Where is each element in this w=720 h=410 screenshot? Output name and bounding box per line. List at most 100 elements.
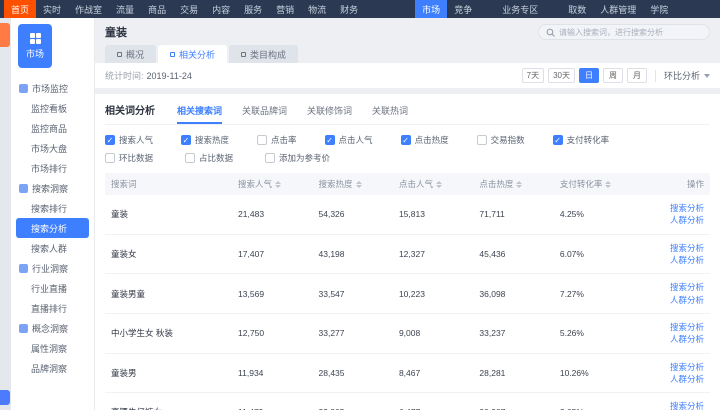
action-link-search-analysis[interactable]: 搜索分析: [640, 321, 704, 333]
metric-checkbox-3[interactable]: ✓点击人气: [325, 134, 373, 146]
nav-item-realtime[interactable]: 实时: [36, 0, 68, 18]
sidebar-item-search-analysis[interactable]: 搜索分析: [16, 218, 89, 238]
column-header-1[interactable]: 搜索人气: [232, 173, 312, 195]
nav-item-academy[interactable]: 学院: [643, 0, 675, 18]
sidebar-item-concept-insight[interactable]: 概念洞察: [16, 318, 89, 338]
sort-icon[interactable]: [436, 181, 442, 188]
edge-rail: [0, 18, 11, 410]
range-button-week[interactable]: 周: [603, 68, 623, 83]
sidebar-item-attribute-insight[interactable]: 属性洞察: [16, 338, 89, 358]
metric-checkbox-1[interactable]: ✓搜索热度: [181, 134, 229, 146]
action-link-search-analysis[interactable]: 搜索分析: [640, 361, 704, 373]
checkbox-label: 搜索人气: [119, 134, 153, 146]
action-link-audience-analysis[interactable]: 人群分析: [640, 294, 704, 306]
range-button-day[interactable]: 日: [579, 68, 599, 83]
nav-item-finance[interactable]: 财务: [333, 0, 365, 18]
nav-item-business-zone[interactable]: 业务专区: [495, 0, 545, 18]
sidebar-item-search-audience[interactable]: 搜索人群: [16, 238, 89, 258]
action-link-search-analysis[interactable]: 搜索分析: [640, 400, 704, 410]
module-badge-market[interactable]: 市场: [18, 24, 52, 68]
nav-item-data-fetch[interactable]: 取数: [561, 0, 593, 18]
sort-up-arrow: [436, 181, 442, 184]
search-term-cell: 中小学生女 秋装: [105, 313, 232, 353]
nav-item-service[interactable]: 服务: [237, 0, 269, 18]
nav-item-product[interactable]: 商品: [141, 0, 173, 18]
table-row: 童装女17,40743,19812,32745,4366.07%搜索分析人群分析: [105, 234, 710, 274]
sort-icon[interactable]: [516, 181, 522, 188]
tab-related-analysis[interactable]: 相关分析: [158, 45, 227, 63]
sub-tab-associated-brand-terms[interactable]: 关联品牌词: [242, 104, 287, 124]
action-link-search-analysis[interactable]: 搜索分析: [640, 202, 704, 214]
metric-checkbox-5[interactable]: ✓交易指数: [477, 134, 525, 146]
checkbox-icon: ✓: [181, 135, 191, 145]
search-term-cell: 童装男童: [105, 274, 232, 314]
sidebar-item-industry-live[interactable]: 行业直播: [16, 278, 89, 298]
checkbox-label: 环比数据: [119, 152, 153, 164]
range-button-30d[interactable]: 30天: [548, 68, 575, 83]
action-link-audience-analysis[interactable]: 人群分析: [640, 214, 704, 226]
compare-dropdown[interactable]: 环比分析: [664, 69, 710, 82]
column-header-6: 操作: [634, 173, 710, 195]
quick-panel-toggle[interactable]: [0, 23, 10, 47]
keyword-search-input[interactable]: 请输入搜索词，进行搜索分析: [538, 24, 710, 40]
metric-checkbox-6[interactable]: ✓支付转化率: [553, 134, 610, 146]
nav-item-home[interactable]: 首页: [4, 0, 36, 18]
sidebar-item-search-insight[interactable]: 搜索洞察: [16, 178, 89, 198]
tab-overview[interactable]: 概况: [105, 45, 156, 63]
sidebar-item-market-overview[interactable]: 市场大盘: [16, 138, 89, 158]
stat-bar: 统计时间:2019-11-24 7天30天日周月 环比分析: [95, 63, 720, 88]
tab-category-composition[interactable]: 类目构成: [229, 45, 298, 63]
metric-checkbox-2[interactable]: ✓点击率: [257, 134, 297, 146]
sort-icon[interactable]: [275, 181, 281, 188]
sidebar-item-monitor-items[interactable]: 监控商品: [16, 118, 89, 138]
column-label: 搜索词: [111, 179, 137, 189]
sidebar-item-industry-insight[interactable]: 行业洞察: [16, 258, 89, 278]
nav-item-content[interactable]: 内容: [205, 0, 237, 18]
sidebar-item-market-ranking[interactable]: 市场排行: [16, 158, 89, 178]
sidebar-item-market-monitor[interactable]: 市场监控: [16, 78, 89, 98]
action-link-search-analysis[interactable]: 搜索分析: [640, 242, 704, 254]
action-link-audience-analysis[interactable]: 人群分析: [640, 254, 704, 266]
option-checkbox-1[interactable]: ✓占比数据: [185, 152, 233, 164]
option-checkbox-2[interactable]: ✓添加为参考价: [265, 152, 330, 164]
range-button-month[interactable]: 月: [627, 68, 647, 83]
sort-up-arrow: [275, 181, 281, 184]
column-header-4[interactable]: 点击热度: [473, 173, 553, 195]
table-row: 童装男童13,56933,54710,22336,0987.27%搜索分析人群分…: [105, 274, 710, 314]
metric-checkbox-4[interactable]: ✓点击热度: [401, 134, 449, 146]
action-link-search-analysis[interactable]: 搜索分析: [640, 281, 704, 293]
actions-cell: 搜索分析人群分析: [634, 274, 710, 314]
sidebar: 市场 市场监控监控看板监控商品市场大盘市场排行搜索洞察搜索排行搜索分析搜索人群行…: [11, 18, 95, 410]
sub-tab-associated-modifier-terms[interactable]: 关联修饰词: [307, 104, 352, 124]
sidebar-item-search-ranking[interactable]: 搜索排行: [16, 198, 89, 218]
checkbox-label: 交易指数: [491, 134, 525, 146]
column-header-5[interactable]: 支付转化率: [554, 173, 634, 195]
nav-item-trade[interactable]: 交易: [173, 0, 205, 18]
metric-cell: 15,813: [393, 195, 473, 234]
sub-tab-related-search-terms[interactable]: 相关搜索词: [177, 104, 222, 124]
nav-item-logistics[interactable]: 物流: [301, 0, 333, 18]
feedback-toggle[interactable]: [0, 390, 10, 405]
sort-icon[interactable]: [605, 181, 611, 188]
action-link-audience-analysis[interactable]: 人群分析: [640, 373, 704, 385]
nav-item-marketing[interactable]: 营销: [269, 0, 301, 18]
option-checkbox-0[interactable]: ✓环比数据: [105, 152, 153, 164]
action-link-audience-analysis[interactable]: 人群分析: [640, 333, 704, 345]
nav-item-traffic[interactable]: 流量: [109, 0, 141, 18]
nav-item-audience-management[interactable]: 人群管理: [593, 0, 643, 18]
range-button-7d[interactable]: 7天: [522, 68, 544, 83]
menu-group-icon: [19, 84, 28, 93]
nav-item-competition[interactable]: 竞争: [447, 0, 479, 18]
sort-icon[interactable]: [356, 181, 362, 188]
tab-label: 类目构成: [250, 48, 286, 61]
nav-item-market[interactable]: 市场: [415, 0, 447, 18]
column-header-2[interactable]: 搜索热度: [313, 173, 393, 195]
sidebar-item-live-ranking[interactable]: 直播排行: [16, 298, 89, 318]
sidebar-item-monitor-board[interactable]: 监控看板: [16, 98, 89, 118]
sub-tab-associated-hot-terms[interactable]: 关联热词: [372, 104, 408, 124]
nav-item-war-room[interactable]: 作战室: [68, 0, 109, 18]
column-header-3[interactable]: 点击人气: [393, 173, 473, 195]
metric-checkbox-0[interactable]: ✓搜索人气: [105, 134, 153, 146]
sidebar-item-brand-insight[interactable]: 品牌洞察: [16, 358, 89, 378]
checkbox-label: 点击人气: [339, 134, 373, 146]
